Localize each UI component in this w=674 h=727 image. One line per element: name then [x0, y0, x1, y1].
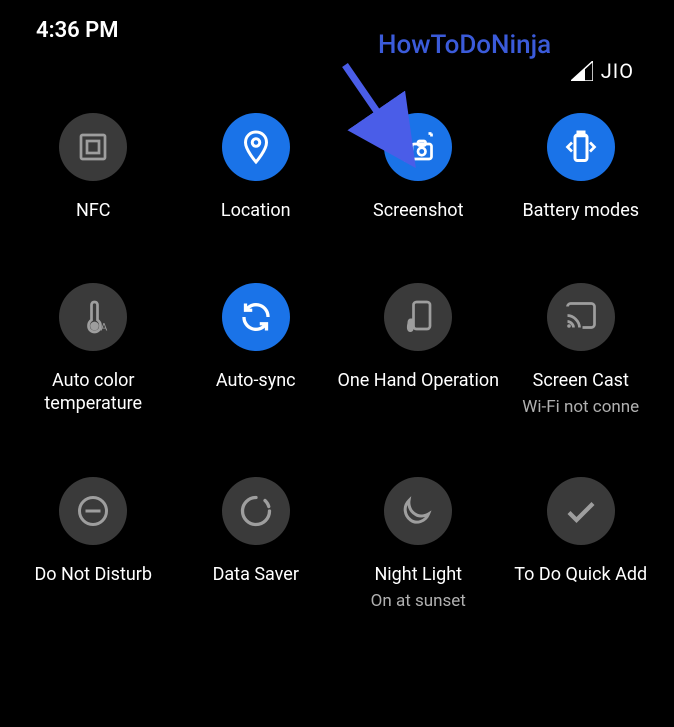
tile-label: Night Light — [374, 563, 462, 587]
tile-auto-color-temperature[interactable]: A Auto color temperature — [12, 283, 175, 417]
tile-nfc[interactable]: NFC — [12, 113, 175, 223]
location-icon — [222, 113, 290, 181]
tile-sublabel: Wi-Fi not conne — [522, 397, 639, 417]
status-time: 4:36 PM — [36, 18, 119, 43]
annotation-arrow-icon — [330, 60, 430, 170]
tile-one-hand-operation[interactable]: One Hand Operation — [337, 283, 500, 417]
svg-text:A: A — [101, 321, 108, 334]
nfc-icon — [59, 113, 127, 181]
tile-battery-modes[interactable]: Battery modes — [500, 113, 663, 223]
quick-settings-grid: NFC Location Screenshot — [0, 103, 674, 612]
tile-label: Data Saver — [213, 563, 299, 587]
tile-do-not-disturb[interactable]: Do Not Disturb — [12, 477, 175, 611]
battery-icon — [547, 113, 615, 181]
tile-label: To Do Quick Add — [514, 563, 647, 587]
thermometer-icon: A — [59, 283, 127, 351]
signal-icon — [571, 61, 593, 81]
tile-sublabel: On at sunset — [371, 591, 466, 611]
tile-label: NFC — [76, 199, 111, 223]
tile-todo-quick-add[interactable]: To Do Quick Add — [500, 477, 663, 611]
tile-screen-cast[interactable]: Screen Cast Wi-Fi not conne — [500, 283, 663, 417]
cast-icon — [547, 283, 615, 351]
tile-label: Screen Cast — [533, 369, 629, 393]
status-bar: 4:36 PM — [0, 0, 674, 51]
carrier-label: JIO — [601, 59, 634, 83]
tile-night-light[interactable]: Night Light On at sunset — [337, 477, 500, 611]
checkmark-icon — [547, 477, 615, 545]
tile-label: Location — [221, 199, 291, 223]
tile-label: Battery modes — [522, 199, 639, 223]
tile-label: Auto-sync — [216, 369, 296, 393]
tile-data-saver[interactable]: Data Saver — [175, 477, 338, 611]
tile-label: Do Not Disturb — [34, 563, 152, 587]
tile-auto-sync[interactable]: Auto-sync — [175, 283, 338, 417]
tile-location[interactable]: Location — [175, 113, 338, 223]
tile-label: Auto color temperature — [12, 369, 175, 416]
annotation-label: HowToDoNinja — [378, 30, 551, 60]
one-hand-icon — [384, 283, 452, 351]
data-saver-icon — [222, 477, 290, 545]
sync-icon — [222, 283, 290, 351]
moon-icon — [384, 477, 452, 545]
dnd-icon — [59, 477, 127, 545]
tile-label: Screenshot — [373, 199, 463, 223]
tile-label: One Hand Operation — [337, 369, 499, 393]
